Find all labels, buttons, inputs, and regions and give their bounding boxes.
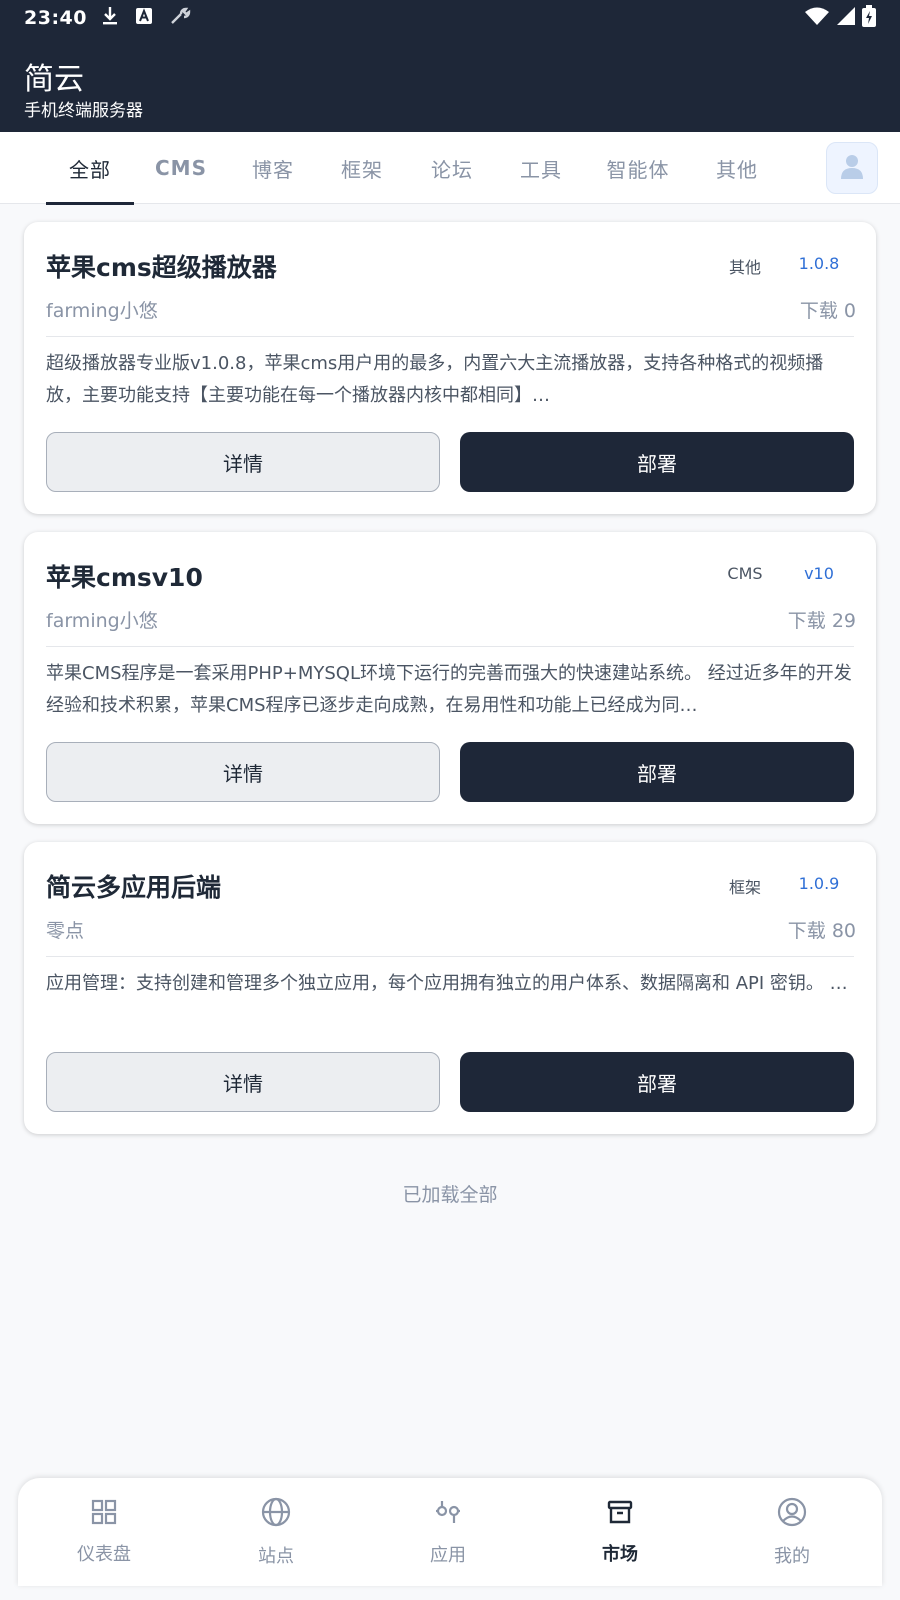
app-card-description: 超级播放器专业版v1.0.8，苹果cms用户用的最多，内置六大主流播放器，支持各… bbox=[46, 353, 824, 406]
app-card: 苹果cms超级播放器 其他 1.0.8 farming小悠 下载 0 超级播放器… bbox=[24, 222, 876, 514]
version-badge: 1.0.8 bbox=[798, 254, 840, 273]
app-subtitle: 手机终端服务器 bbox=[24, 101, 143, 121]
nav-item-sites[interactable]: 站点 bbox=[190, 1478, 362, 1586]
app-card-title: 苹果cms超级播放器 bbox=[46, 253, 277, 282]
globe-icon bbox=[260, 1496, 292, 1532]
nav-label: 市场 bbox=[602, 1544, 638, 1565]
divider bbox=[46, 956, 854, 957]
wifi-icon bbox=[804, 6, 830, 30]
app-card: 简云多应用后端 框架 1.0.9 零点 下载 80 应用管理：支持创建和管理多个… bbox=[24, 842, 876, 1134]
version-badge: v10 bbox=[804, 564, 834, 583]
category-tag: 其他 bbox=[728, 258, 761, 277]
dashboard-icon bbox=[90, 1498, 118, 1530]
detail-button[interactable]: 详情 bbox=[46, 1052, 440, 1112]
app-card-author: farming小悠 bbox=[46, 610, 158, 632]
app-card-author: farming小悠 bbox=[46, 300, 158, 322]
nav-label: 我的 bbox=[774, 1546, 810, 1567]
app-title: 简云 bbox=[24, 62, 84, 97]
version-badge: 1.0.9 bbox=[798, 874, 840, 893]
tab-other[interactable]: 其他 bbox=[690, 132, 784, 204]
app-card: 苹果cmsv10 CMS v10 farming小悠 下载 29 苹果CMS程序… bbox=[24, 532, 876, 824]
download-icon bbox=[101, 6, 119, 30]
detail-button[interactable]: 详情 bbox=[46, 742, 440, 802]
nav-item-dashboard[interactable]: 仪表盘 bbox=[18, 1478, 190, 1586]
nav-item-market[interactable]: 市场 bbox=[534, 1478, 706, 1586]
wrench-icon bbox=[169, 6, 191, 30]
signal-icon bbox=[836, 6, 856, 30]
nav-label: 仪表盘 bbox=[77, 1544, 131, 1565]
tab-framework[interactable]: 框架 bbox=[318, 132, 406, 204]
app-header: 23:40 简云 手机终端服务器 bbox=[0, 0, 900, 132]
user-icon bbox=[838, 152, 866, 184]
tab-blog[interactable]: 博客 bbox=[228, 132, 318, 204]
category-tabbar: 全部 CMS 博客 框架 论坛 工具 智能体 其他 bbox=[0, 132, 900, 205]
app-card-downloads: 下载 0 bbox=[799, 300, 856, 322]
app-card-description: 苹果CMS程序是一套采用PHP+MYSQL环境下运行的完善而强大的快速建站系统。… bbox=[46, 663, 852, 716]
loaded-all-text: 已加载全部 bbox=[402, 1184, 498, 1206]
battery-charging-icon bbox=[862, 5, 876, 31]
app-card-title: 简云多应用后端 bbox=[46, 873, 222, 902]
profile-icon bbox=[776, 1496, 808, 1532]
tab-tools[interactable]: 工具 bbox=[496, 132, 586, 204]
status-bar: 23:40 bbox=[0, 0, 900, 36]
deploy-button[interactable]: 部署 bbox=[460, 432, 854, 492]
app-card-title: 苹果cmsv10 bbox=[46, 563, 203, 592]
detail-button[interactable]: 详情 bbox=[46, 432, 440, 492]
divider bbox=[46, 336, 854, 337]
tab-agent[interactable]: 智能体 bbox=[588, 132, 688, 204]
font-a-icon bbox=[135, 7, 153, 29]
bottom-navigation: 仪表盘 站点 应用 市场 我的 bbox=[18, 1478, 882, 1586]
tab-cms[interactable]: CMS bbox=[138, 132, 224, 204]
app-card-downloads: 下载 80 bbox=[787, 920, 856, 942]
app-card-downloads: 下载 29 bbox=[787, 610, 856, 632]
store-icon bbox=[606, 1498, 634, 1530]
category-tag: CMS bbox=[727, 564, 763, 583]
deploy-button[interactable]: 部署 bbox=[460, 742, 854, 802]
category-tag: 框架 bbox=[728, 878, 761, 897]
status-time: 23:40 bbox=[24, 7, 87, 29]
app-card-author: 零点 bbox=[46, 920, 85, 942]
tab-forum[interactable]: 论坛 bbox=[408, 132, 496, 204]
tab-all[interactable]: 全部 bbox=[46, 132, 134, 205]
nav-label: 站点 bbox=[258, 1546, 294, 1567]
app-card-description: 应用管理：支持创建和管理多个独立应用，每个应用拥有独立的用户体系、数据隔离和 A… bbox=[46, 973, 848, 994]
apps-icon bbox=[433, 1497, 463, 1531]
deploy-button[interactable]: 部署 bbox=[460, 1052, 854, 1112]
nav-item-apps[interactable]: 应用 bbox=[362, 1478, 534, 1586]
nav-item-profile[interactable]: 我的 bbox=[706, 1478, 878, 1586]
nav-label: 应用 bbox=[430, 1545, 466, 1566]
user-avatar-button[interactable] bbox=[826, 142, 878, 194]
divider bbox=[46, 646, 854, 647]
